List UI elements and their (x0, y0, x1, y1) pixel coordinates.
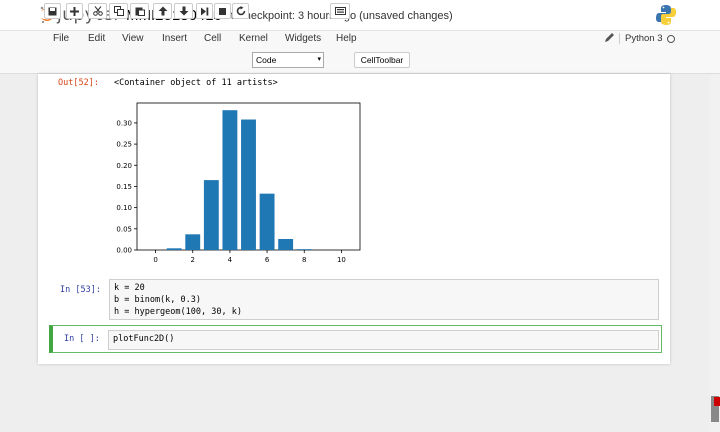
plus-icon (70, 6, 79, 16)
cell-toolbar-button[interactable]: CellToolbar (354, 52, 410, 68)
move-up-button[interactable] (153, 3, 172, 19)
y-tick-label: 0.05 (116, 225, 132, 233)
bar-5 (241, 119, 256, 251)
bar-1 (166, 248, 182, 250)
command-palette-button[interactable] (330, 3, 350, 19)
chevron-down-icon: ▾ (317, 56, 321, 63)
code-cell-current[interactable]: plotFunc2D() (108, 330, 659, 350)
insert-cell-button[interactable] (66, 3, 83, 19)
bar-4 (222, 110, 238, 251)
output-prompt: Out[52]: (58, 78, 99, 88)
y-tick-label: 0.20 (116, 162, 132, 170)
page-scrollbar[interactable] (710, 74, 720, 432)
arrow-down-icon (179, 6, 188, 16)
input-prompt-current: In [ ]: (64, 334, 100, 344)
stop-icon (219, 7, 226, 15)
menu-cell[interactable]: Cell (204, 33, 221, 44)
cell-type-value: Code (256, 55, 277, 65)
arrow-up-icon (158, 6, 167, 16)
scissors-icon (92, 6, 103, 16)
keyboard-icon (334, 7, 346, 15)
y-tick-label: 0.15 (116, 183, 132, 191)
paste-button[interactable] (130, 3, 149, 19)
kernel-status-icon (667, 35, 675, 43)
cut-button[interactable] (88, 3, 107, 19)
copy-button[interactable] (109, 3, 128, 19)
refresh-icon (236, 6, 245, 16)
x-axis-ticks: 0 2 4 6 8 10 (153, 250, 346, 264)
python-logo-icon (656, 5, 676, 25)
code-cell-53[interactable]: k = 20 b = binom(k, 0.3) h = hypergeom(1… (109, 279, 659, 320)
menu-help[interactable]: Help (336, 33, 357, 44)
y-axis-ticks: 0.00 0.05 0.10 0.15 0.20 0.25 0.30 (116, 119, 137, 255)
x-tick-label: 4 (228, 256, 233, 264)
menu-kernel[interactable]: Kernel (239, 33, 268, 44)
menu-insert[interactable]: Insert (162, 33, 187, 44)
y-tick-label: 0.25 (116, 141, 132, 149)
y-tick-label: 0.30 (116, 119, 132, 127)
step-forward-icon (201, 7, 209, 15)
copy-icon (113, 6, 124, 16)
menu-view[interactable]: View (122, 33, 144, 44)
menu-edit[interactable]: Edit (88, 33, 105, 44)
edit-pencil-icon[interactable] (604, 32, 615, 43)
input-prompt-53: In [53]: (60, 285, 101, 295)
save-icon (48, 7, 57, 15)
kernel-indicator: Python 3 (619, 33, 663, 44)
output-text: <Container object of 11 artists> (114, 78, 278, 88)
bar-3 (203, 180, 219, 250)
bar-6 (259, 193, 275, 250)
paste-icon (135, 7, 145, 16)
menu-widgets[interactable]: Widgets (285, 33, 321, 44)
y-tick-label: 0.00 (116, 247, 132, 255)
x-tick-label: 10 (337, 256, 346, 264)
red-indicator (714, 397, 720, 406)
bar-8 (296, 249, 312, 250)
y-tick-label: 0.10 (116, 204, 132, 212)
move-down-button[interactable] (174, 3, 193, 19)
cell-type-select[interactable]: Code ▾ (252, 52, 324, 68)
bar-chart: 0 2 4 6 8 10 0.00 0.05 0.10 0.15 0.20 0.25 0.30 (116, 102, 361, 264)
x-tick-label: 8 (302, 256, 306, 264)
code-line-2: b = binom(k, 0.3) (114, 295, 201, 305)
menu-file[interactable]: File (53, 33, 69, 44)
notebook-header: jupyter MMI20180416 Last Checkpoint: 3 h… (0, 0, 720, 30)
x-tick-label: 0 (153, 256, 157, 264)
save-button[interactable] (44, 3, 61, 19)
code-line-3: h = hypergeom(100, 30, k) (114, 307, 242, 317)
code-line-current: plotFunc2D() (113, 334, 175, 344)
restart-button[interactable] (232, 3, 249, 19)
code-line-1: k = 20 (114, 283, 145, 293)
interrupt-button[interactable] (214, 3, 231, 19)
bar-7 (278, 238, 294, 250)
run-button[interactable] (196, 3, 213, 19)
x-tick-label: 6 (265, 256, 270, 264)
x-tick-label: 2 (191, 256, 195, 264)
bar-2 (185, 234, 201, 250)
